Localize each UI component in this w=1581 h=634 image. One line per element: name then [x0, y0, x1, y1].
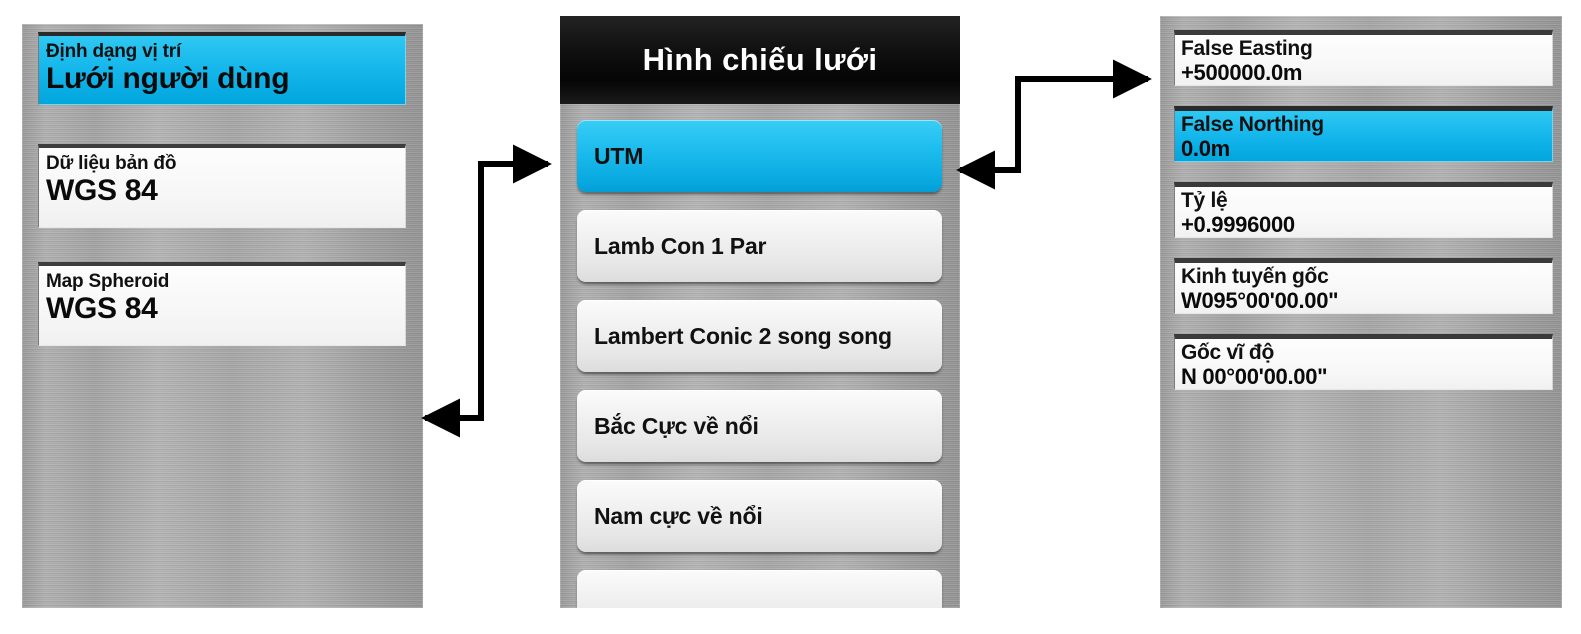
field-map-spheroid-value: WGS 84 [46, 292, 158, 325]
list-item-north-polar[interactable]: Bắc Cực về nổi [577, 390, 942, 462]
list-item-lambert-conic-2[interactable]: Lambert Conic 2 song song [577, 300, 942, 372]
list-item-label: Lambert Conic 2 song song [594, 322, 892, 349]
field-location-format[interactable]: Định dạng vị trí Lưới người dùng [38, 32, 406, 105]
list-item-partial[interactable] [577, 570, 942, 608]
field-map-datum[interactable]: Dữ liệu bản đồ WGS 84 [38, 144, 406, 228]
field-central-meridian[interactable]: Kinh tuyến gốc W095°00'00.00" [1174, 258, 1553, 314]
list-item-lamb-con-1-par[interactable]: Lamb Con 1 Par [577, 210, 942, 282]
list-item-south-polar[interactable]: Nam cực về nổi [577, 480, 942, 552]
field-map-datum-value: WGS 84 [46, 174, 158, 207]
field-map-datum-label: Dữ liệu bản đồ [46, 153, 177, 174]
projection-parameters-panel: False Easting +500000.0m False Northing … [1160, 16, 1562, 608]
location-format-panel: Định dạng vị trí Lưới người dùng Dữ liệu… [22, 24, 423, 608]
field-false-northing-label: False Northing [1181, 113, 1324, 136]
field-location-format-value: Lưới người dùng [46, 62, 290, 95]
arrow-location-to-projection [421, 144, 552, 438]
field-scale-label: Tỷ lệ [1181, 189, 1228, 212]
field-central-meridian-value: W095°00'00.00" [1181, 288, 1339, 313]
field-false-northing[interactable]: False Northing 0.0m [1174, 106, 1553, 162]
field-scale-value: +0.9996000 [1181, 212, 1295, 237]
projection-header: Hình chiếu lưới [560, 16, 960, 104]
field-map-spheroid[interactable]: Map Spheroid WGS 84 [38, 262, 406, 346]
list-item-label: Lamb Con 1 Par [594, 232, 767, 259]
list-item-label: UTM [594, 142, 644, 169]
field-false-easting-value: +500000.0m [1181, 60, 1303, 85]
list-item-utm[interactable]: UTM [577, 120, 942, 192]
field-location-format-label: Định dạng vị trí [46, 41, 182, 62]
field-false-northing-value: 0.0m [1181, 136, 1230, 161]
field-false-easting[interactable]: False Easting +500000.0m [1174, 30, 1553, 86]
field-latitude-origin-value: N 00°00'00.00" [1181, 364, 1328, 389]
list-item-label: Nam cực về nổi [594, 502, 763, 529]
field-latitude-origin[interactable]: Gốc vĩ độ N 00°00'00.00" [1174, 334, 1553, 390]
projection-list: UTM Lamb Con 1 Par Lambert Conic 2 song … [560, 104, 960, 608]
field-map-spheroid-label: Map Spheroid [46, 271, 170, 292]
field-latitude-origin-label: Gốc vĩ độ [1181, 341, 1274, 364]
field-scale[interactable]: Tỷ lệ +0.9996000 [1174, 182, 1553, 238]
grid-projection-panel: Hình chiếu lưới UTM Lamb Con 1 Par Lambe… [560, 16, 960, 608]
arrow-projection-to-parameters [956, 59, 1152, 190]
page-title: Hình chiếu lưới [642, 42, 878, 77]
list-item-label: Bắc Cực về nổi [594, 412, 759, 439]
field-central-meridian-label: Kinh tuyến gốc [1181, 265, 1329, 288]
field-false-easting-label: False Easting [1181, 37, 1313, 60]
